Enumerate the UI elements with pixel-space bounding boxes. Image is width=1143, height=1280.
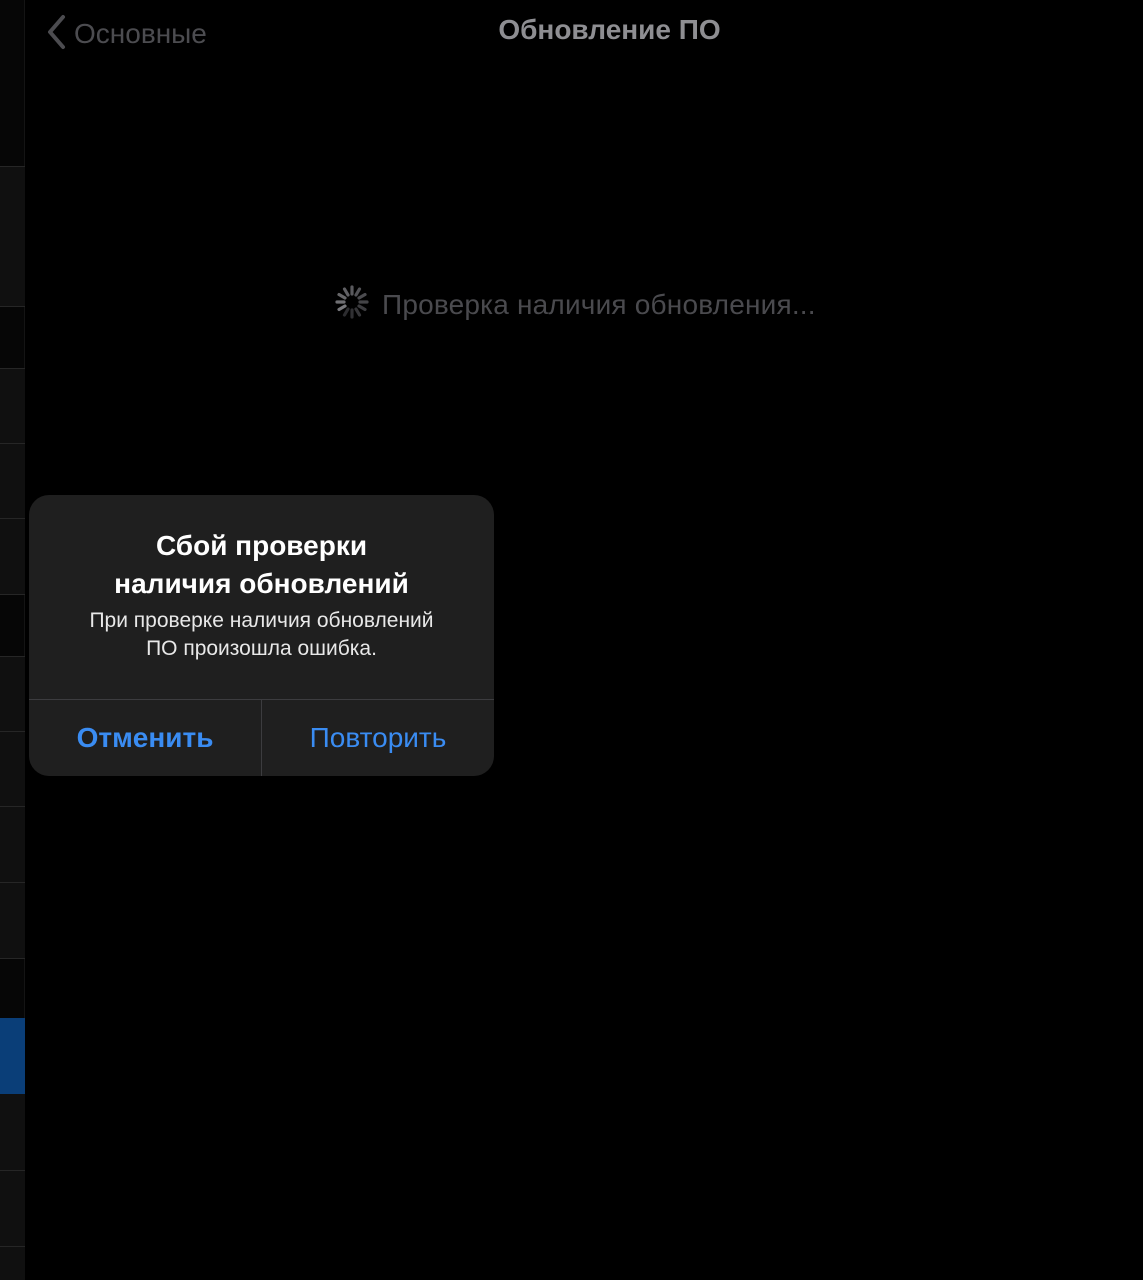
sidebar-divider bbox=[0, 1246, 25, 1247]
settings-screen: Основные Обновление ПО Проверка наличия … bbox=[0, 0, 1143, 1280]
sidebar-divider bbox=[0, 368, 25, 369]
sidebar-divider bbox=[0, 882, 25, 883]
sidebar-divider bbox=[0, 166, 25, 167]
update-check-status: Проверка наличия обновления... bbox=[334, 284, 816, 325]
sidebar-divider bbox=[0, 731, 25, 732]
sidebar-divider bbox=[0, 958, 25, 959]
status-text: Проверка наличия обновления... bbox=[382, 288, 816, 320]
sidebar-group[interactable] bbox=[0, 1094, 25, 1280]
sidebar-divider bbox=[0, 594, 25, 595]
sidebar-group[interactable] bbox=[0, 656, 25, 958]
sidebar-item-selected[interactable] bbox=[0, 1018, 25, 1094]
error-alert-dialog: Сбой проверки наличия обновлений При про… bbox=[29, 495, 494, 776]
sidebar-divider bbox=[0, 1170, 25, 1171]
page-title-text: Обновление ПО bbox=[498, 14, 721, 45]
sidebar-group[interactable] bbox=[0, 166, 25, 306]
alert-title: Сбой проверки наличия обновлений bbox=[114, 530, 409, 599]
sidebar-divider bbox=[0, 656, 25, 657]
sidebar-divider bbox=[0, 518, 25, 519]
page-title: Обновление ПО bbox=[26, 14, 1143, 46]
sidebar-divider bbox=[0, 306, 25, 307]
sidebar-group[interactable] bbox=[0, 368, 25, 594]
retry-button[interactable]: Повторить bbox=[262, 700, 494, 776]
navigation-bar: Основные Обновление ПО bbox=[26, 0, 1143, 70]
cancel-button[interactable]: Отменить bbox=[29, 700, 261, 776]
sidebar bbox=[0, 0, 25, 1280]
activity-spinner-icon bbox=[334, 284, 370, 325]
sidebar-divider bbox=[0, 443, 25, 444]
alert-message: При проверке наличия обновлений ПО произ… bbox=[89, 609, 434, 660]
sidebar-divider bbox=[0, 806, 25, 807]
